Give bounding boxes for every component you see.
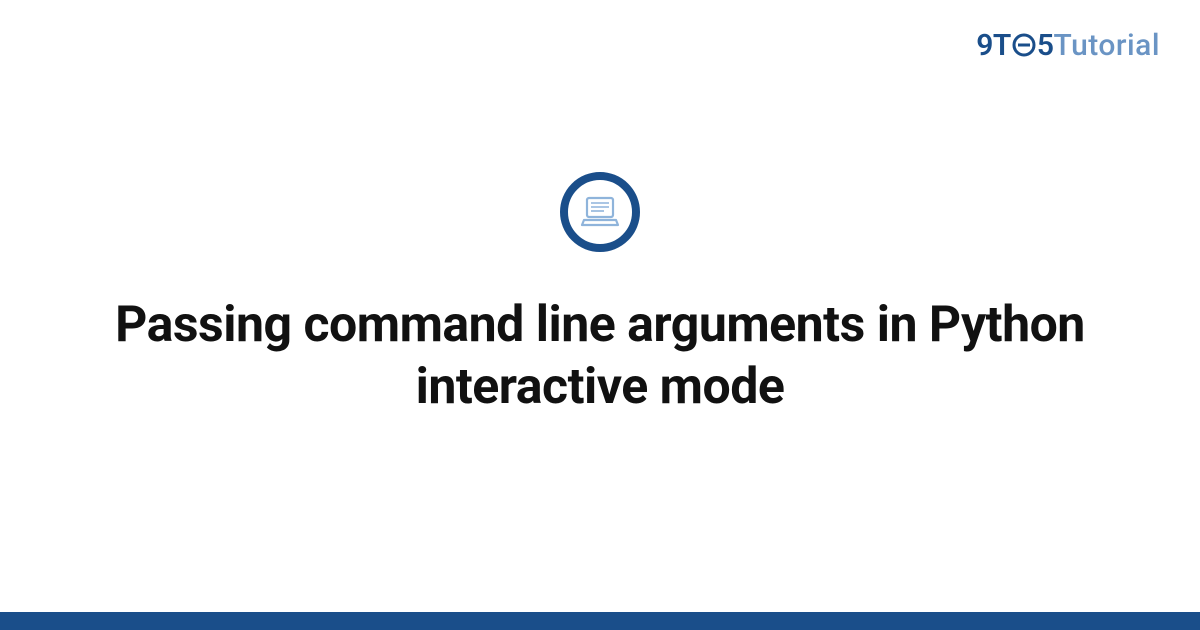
footer-accent-bar <box>0 612 1200 630</box>
main-content: Passing command line arguments in Python… <box>0 0 1200 630</box>
laptop-icon <box>578 190 622 234</box>
page-title: Passing command line arguments in Python… <box>100 294 1100 419</box>
hero-icon-circle <box>560 172 640 252</box>
